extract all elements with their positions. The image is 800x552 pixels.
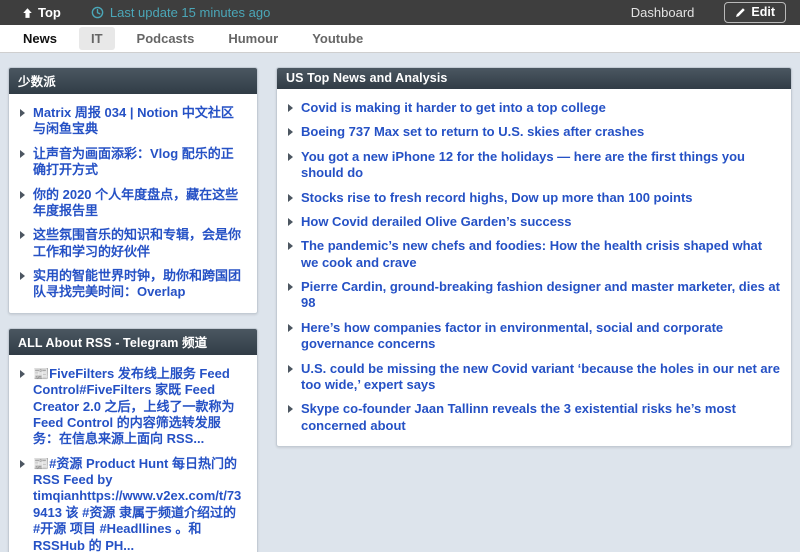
top-bar: Top Last update 15 minutes ago Dashboard… (0, 0, 800, 25)
item-bullet-icon (20, 231, 25, 239)
dashboard-link[interactable]: Dashboard (631, 5, 695, 20)
feed-item-link[interactable]: Boeing 737 Max set to return to U.S. ski… (301, 124, 644, 140)
feed-list: Covid is making it harder to get into a … (277, 89, 791, 446)
feed-item-link[interactable]: 📰#资源 Product Hunt 每日热门的 RSS Feed by timq… (33, 456, 246, 552)
panel-shaoshupai: 少数派 Matrix 周报 034 | Notion 中文社区与闲鱼宝典 让声音… (8, 67, 258, 314)
panel-us-top-news: US Top News and Analysis Covid is making… (276, 67, 792, 447)
item-bullet-icon (20, 191, 25, 199)
feed-item-link[interactable]: The pandemic’s new chefs and foodies: Ho… (301, 238, 780, 271)
item-bullet-icon (288, 104, 293, 112)
dashboard-content: 少数派 Matrix 周报 034 | Notion 中文社区与闲鱼宝典 让声音… (0, 53, 800, 552)
feed-item: Covid is making it harder to get into a … (282, 96, 786, 120)
feed-item-link[interactable]: Pierre Cardin, ground-breaking fashion d… (301, 279, 780, 312)
feed-item-link[interactable]: 这些氛围音乐的知识和专辑，会是你工作和学习的好伙伴 (33, 227, 246, 260)
item-bullet-icon (20, 460, 25, 468)
feed-item: You got a new iPhone 12 for the holidays… (282, 145, 786, 186)
feed-item: The pandemic’s new chefs and foodies: Ho… (282, 234, 786, 275)
last-update-status: Last update 15 minutes ago (91, 5, 270, 20)
feed-item-link[interactable]: 📰FiveFilters 发布线上服务 Feed Control#FiveFil… (33, 366, 246, 448)
item-bullet-icon (288, 324, 293, 332)
feed-item-link[interactable]: Skype co-founder Jaan Tallinn reveals th… (301, 401, 780, 434)
last-update-text: Last update 15 minutes ago (110, 5, 270, 20)
panel-title: US Top News and Analysis (277, 68, 791, 89)
item-bullet-icon (20, 272, 25, 280)
right-column: US Top News and Analysis Covid is making… (276, 67, 792, 447)
left-column: 少数派 Matrix 周报 034 | Notion 中文社区与闲鱼宝典 让声音… (8, 67, 258, 552)
feed-item-link[interactable]: Stocks rise to fresh record highs, Dow u… (301, 190, 693, 206)
scroll-top-label: Top (38, 5, 61, 20)
item-bullet-icon (20, 150, 25, 158)
feed-item-link[interactable]: You got a new iPhone 12 for the holidays… (301, 149, 780, 182)
feed-item: 📰#资源 Product Hunt 每日热门的 RSS Feed by timq… (14, 452, 252, 552)
panel-title: 少数派 (9, 68, 257, 94)
feed-item: Skype co-founder Jaan Tallinn reveals th… (282, 397, 786, 438)
feed-item: Pierre Cardin, ground-breaking fashion d… (282, 275, 786, 316)
up-arrow-icon (22, 7, 33, 19)
feed-item: Here’s how companies factor in environme… (282, 316, 786, 357)
scroll-top-link[interactable]: Top (22, 5, 61, 20)
feed-item-link[interactable]: Covid is making it harder to get into a … (301, 100, 606, 116)
feed-item: How Covid derailed Olive Garden’s succes… (282, 210, 786, 234)
item-bullet-icon (288, 242, 293, 250)
feed-item: Stocks rise to fresh record highs, Dow u… (282, 186, 786, 210)
feed-item: 让声音为画面添彩：Vlog 配乐的正确打开方式 (14, 142, 252, 183)
feed-item-link[interactable]: Here’s how companies factor in environme… (301, 320, 780, 353)
feed-item: Matrix 周报 034 | Notion 中文社区与闲鱼宝典 (14, 101, 252, 142)
item-bullet-icon (288, 365, 293, 373)
edit-button-label: Edit (751, 5, 775, 19)
feed-list: Matrix 周报 034 | Notion 中文社区与闲鱼宝典 让声音为画面添… (9, 94, 257, 313)
tab-podcasts[interactable]: Podcasts (125, 27, 207, 50)
feed-item-link[interactable]: U.S. could be missing the new Covid vari… (301, 361, 780, 394)
feed-item: 📰FiveFilters 发布线上服务 Feed Control#FiveFil… (14, 362, 252, 452)
feed-item: 实用的智能世界时钟，助你和跨国团队寻找完美时间：Overlap (14, 264, 252, 305)
item-bullet-icon (288, 283, 293, 291)
edit-button[interactable]: Edit (724, 2, 786, 23)
feed-list: 📰FiveFilters 发布线上服务 Feed Control#FiveFil… (9, 355, 257, 552)
panel-title: ALL About RSS - Telegram 频道 (9, 329, 257, 355)
feed-item-link[interactable]: Matrix 周报 034 | Notion 中文社区与闲鱼宝典 (33, 105, 246, 138)
clock-icon (91, 6, 104, 19)
feed-item-link[interactable]: 你的 2020 个人年度盘点，藏在这些年度报告里 (33, 187, 246, 220)
item-bullet-icon (288, 194, 293, 202)
item-bullet-icon (288, 218, 293, 226)
tab-humour[interactable]: Humour (216, 27, 290, 50)
feed-item: U.S. could be missing the new Covid vari… (282, 357, 786, 398)
feed-item-link[interactable]: How Covid derailed Olive Garden’s succes… (301, 214, 571, 230)
category-tab-bar: News IT Podcasts Humour Youtube (0, 25, 800, 53)
panel-all-about-rss: ALL About RSS - Telegram 频道 📰FiveFilters… (8, 328, 258, 552)
item-bullet-icon (20, 370, 25, 378)
tab-it[interactable]: IT (79, 27, 115, 50)
tab-news[interactable]: News (11, 27, 69, 50)
pencil-icon (735, 7, 746, 18)
item-bullet-icon (288, 405, 293, 413)
tab-youtube[interactable]: Youtube (300, 27, 375, 50)
feed-item: Boeing 737 Max set to return to U.S. ski… (282, 120, 786, 144)
item-bullet-icon (20, 109, 25, 117)
item-bullet-icon (288, 128, 293, 136)
feed-item-link[interactable]: 实用的智能世界时钟，助你和跨国团队寻找完美时间：Overlap (33, 268, 246, 301)
feed-item-link[interactable]: 让声音为画面添彩：Vlog 配乐的正确打开方式 (33, 146, 246, 179)
feed-item: 你的 2020 个人年度盘点，藏在这些年度报告里 (14, 183, 252, 224)
item-bullet-icon (288, 153, 293, 161)
feed-item: 这些氛围音乐的知识和专辑，会是你工作和学习的好伙伴 (14, 223, 252, 264)
